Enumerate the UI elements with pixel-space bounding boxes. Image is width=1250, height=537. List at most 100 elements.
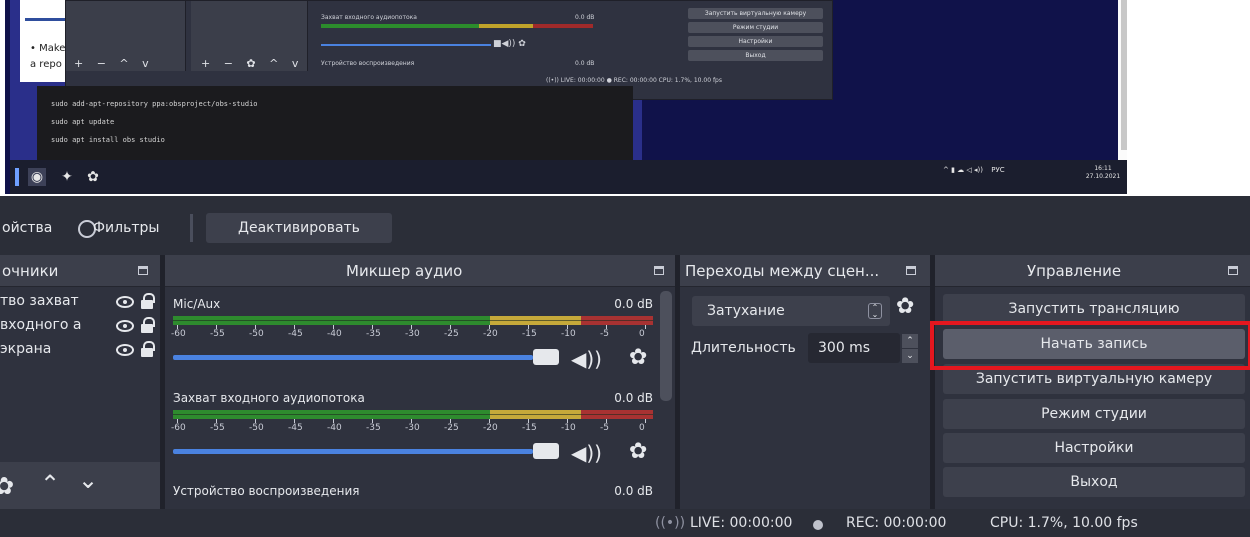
duration-input[interactable]: 300 ms	[808, 333, 900, 363]
dock-float-icon[interactable]	[1228, 266, 1238, 275]
obs-taskbar-icon: ◉	[28, 168, 46, 186]
sources-dock-header: очники	[0, 255, 160, 287]
source-properties-gear-icon[interactable]: ✿	[0, 472, 14, 500]
duration-label: Длительность	[691, 340, 796, 356]
meter-tick-label: -25	[444, 329, 459, 339]
captured-screen: • Make a repo + − ^ v + − ✿ ^ v Захват в…	[5, 0, 1127, 194]
mixer-scrollbar[interactable]	[660, 291, 672, 401]
properties-button[interactable]: ойства	[2, 220, 52, 236]
settings-button[interactable]: Настройки	[943, 433, 1245, 463]
captured-obs-window: + − ^ v + − ✿ ^ v Захват входного аудиоп…	[65, 0, 833, 100]
meter-tick-label: 0	[639, 329, 645, 339]
source-name: тво захват	[0, 293, 79, 309]
captured-taskbar: ◉ ✦ ✿ ^ ▮ ☁ ◁ ◂)) РУС 16:11 27.10.2021	[10, 160, 1127, 194]
taskbar-marker-icon	[15, 168, 19, 186]
meter-tick-label: -40	[327, 329, 342, 339]
dock-float-icon[interactable]	[906, 266, 916, 275]
transition-select[interactable]: Затухание ⌃ ⌄	[692, 296, 890, 326]
live-broadcast-icon: ((•))	[655, 515, 686, 531]
meter-tick-label: 0	[639, 423, 645, 433]
transition-properties-gear-icon[interactable]: ✿	[896, 294, 914, 319]
move-down-icon[interactable]: ⌄	[78, 466, 98, 494]
doc-text-line: a repo	[30, 59, 62, 70]
channel-db: 0.0 dB	[614, 297, 653, 311]
terminal-line: sudo apt update	[51, 118, 115, 126]
speaker-mute-icon[interactable]: ◀))	[571, 347, 602, 371]
meter-tick-label: -45	[288, 423, 303, 433]
filters-button[interactable]: Фильтры	[93, 220, 159, 236]
lock-icon[interactable]	[141, 293, 155, 309]
transitions-dock: Переходы между сцен...	[680, 255, 930, 509]
meter-tick-label: -60	[171, 423, 186, 433]
sources-dock-title: очники	[2, 262, 59, 280]
volume-slider[interactable]	[173, 355, 533, 360]
meter-tick-label: -25	[444, 423, 459, 433]
studio-mode-button[interactable]: Режим студии	[943, 399, 1245, 429]
captured-mixer: Захват входного аудиопотока 0.0 dB ■◀)) …	[313, 1, 621, 71]
dock-float-icon[interactable]	[654, 266, 664, 275]
volume-slider-handle[interactable]	[533, 443, 559, 459]
volume-slider[interactable]	[173, 449, 533, 454]
exit-button[interactable]: Выход	[943, 467, 1245, 497]
transitions-title: Переходы между сцен...	[685, 262, 880, 280]
visibility-eye-icon[interactable]	[116, 320, 134, 332]
channel-db: 0.0 dB	[614, 391, 653, 405]
captured-channel-db: 0.0 dB	[575, 60, 595, 67]
volume-slider-handle[interactable]	[533, 349, 559, 365]
captured-channel-name: Захват входного аудиопотока	[321, 14, 417, 21]
captured-toolbar: + − ^ v	[74, 57, 154, 70]
deactivate-button[interactable]: Деактивировать	[206, 213, 392, 243]
toolbar-divider	[190, 214, 193, 242]
dock-float-icon[interactable]	[138, 266, 148, 275]
meter-tick-label: -15	[522, 329, 537, 339]
volume-meter	[173, 410, 653, 419]
meter-tick-label: -35	[366, 423, 381, 433]
meter-tick-label: -10	[561, 329, 576, 339]
rec-timer: REC: 00:00:00	[846, 515, 947, 531]
tray-date: 27.10.2021	[1085, 173, 1121, 180]
meter-tick-label: -60	[171, 329, 186, 339]
speaker-mute-icon[interactable]: ◀))	[571, 441, 602, 465]
source-item[interactable]: экрана	[0, 339, 160, 363]
meter-tick-label: -20	[483, 423, 498, 433]
captured-meter	[321, 24, 593, 28]
meter-tick-label: -55	[210, 423, 225, 433]
spin-up-icon[interactable]: ⌃	[902, 334, 918, 348]
lock-icon[interactable]	[141, 341, 155, 357]
visibility-eye-icon[interactable]	[116, 344, 134, 356]
captured-control-button: Выход	[688, 50, 823, 61]
source-name: экрана	[0, 341, 52, 357]
lock-icon[interactable]	[141, 317, 155, 333]
doc-bar	[25, 18, 65, 21]
visibility-eye-icon[interactable]	[116, 296, 134, 308]
meter-tick-label: -5	[600, 423, 609, 433]
audio-mixer-dock: Микшер аудио Mic/Aux 0.0 dB -60 -55 -50 -45…	[165, 255, 675, 509]
meter-tick-mark	[645, 419, 646, 423]
gear-icon[interactable]: ✿	[629, 345, 647, 370]
source-item[interactable]: тво захват	[0, 291, 160, 315]
meter-scale: -60 -55 -50 -45 -40 -35 -30 -25 -20 -15 -10 -5 0	[171, 325, 653, 340]
spin-down-icon[interactable]: ⌄	[902, 349, 918, 363]
meter-tick-label: -50	[249, 329, 264, 339]
controls-header: Управление	[935, 255, 1250, 287]
start-virtual-camera-button[interactable]: Запустить виртуальную камеру	[943, 364, 1245, 394]
channel-name: Mic/Aux	[173, 297, 221, 311]
preview-margin	[1127, 0, 1250, 196]
preview-canvas[interactable]: • Make a repo + − ^ v + − ✿ ^ v Захват в…	[0, 0, 1250, 196]
start-streaming-button[interactable]: Запустить трансляцию	[943, 294, 1245, 324]
move-up-icon[interactable]: ⌃	[40, 470, 60, 498]
controls-title: Управление	[1027, 262, 1122, 280]
meter-tick-label: -30	[405, 329, 420, 339]
source-name: входного а	[0, 317, 82, 333]
captured-toolbar: + − ✿ ^ v	[201, 57, 304, 70]
captured-dock: + − ✿ ^ v	[191, 1, 308, 71]
gear-icon[interactable]: ✿	[629, 439, 647, 464]
meter-scale: -60 -55 -50 -45 -40 -35 -30 -25 -20 -15 -10 -5 0	[171, 419, 653, 434]
audio-mixer-header: Микшер аудио	[165, 255, 675, 287]
tray-lang: РУС	[991, 166, 1005, 174]
start-recording-button[interactable]: Начать запись	[943, 329, 1245, 359]
transitions-header: Переходы между сцен...	[680, 255, 930, 287]
captured-status: ((•)) LIVE: 00:00:00 ● REC: 00:00:00 CPU…	[546, 77, 722, 84]
source-item[interactable]: входного а	[0, 315, 160, 339]
meter-tick-label: -50	[249, 423, 264, 433]
